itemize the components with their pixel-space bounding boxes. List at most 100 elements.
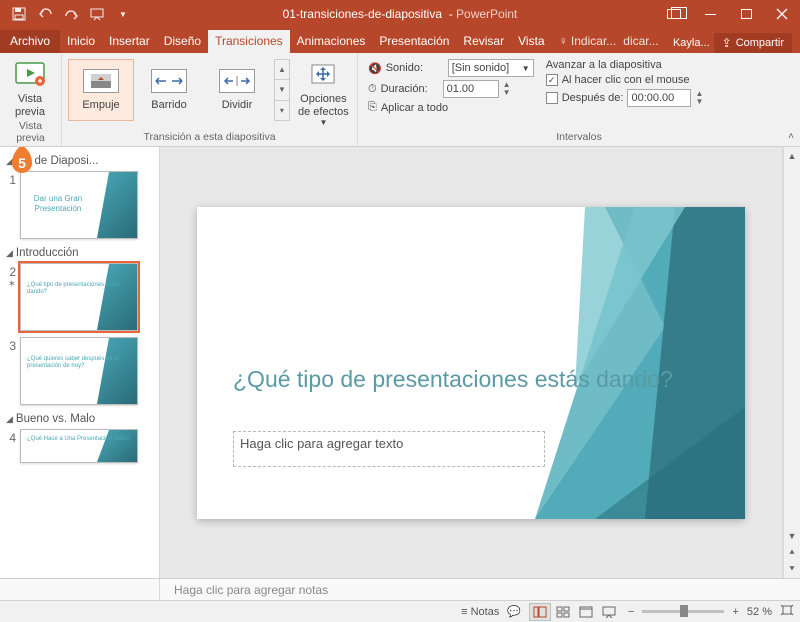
effect-options-button[interactable]: Opciones de efectos▼ (294, 55, 353, 127)
duration-icon: ⏱ (368, 83, 377, 96)
save-icon[interactable] (8, 3, 30, 25)
section-header[interactable]: ◢Introducción (4, 245, 155, 263)
tab-review[interactable]: Revisar (456, 30, 511, 53)
view-buttons (529, 603, 620, 621)
notes-toggle[interactable]: ≡ Notas (461, 606, 499, 618)
tab-home[interactable]: Inicio (60, 30, 102, 53)
slide-thumbnail[interactable]: ¿Qué Hace a Una Presentación Mala? (20, 429, 138, 463)
ribbon-tabs: Archivo Inicio Insertar Diseño Transicio… (0, 28, 800, 53)
slide-body-placeholder[interactable]: Haga clic para agregar texto (233, 431, 545, 467)
slide-number: 2 (4, 263, 16, 279)
slideshow-view-button[interactable] (598, 603, 620, 621)
transition-push[interactable]: Empuje (68, 59, 134, 121)
transition-wipe[interactable]: Barrido (136, 59, 202, 121)
maximize-button[interactable] (728, 0, 764, 28)
normal-view-button[interactable] (529, 603, 551, 621)
scroll-down-icon[interactable]: ▼ (784, 527, 800, 544)
tab-animations[interactable]: Animaciones (290, 30, 373, 53)
tab-design[interactable]: Diseño (157, 30, 208, 53)
zoom-in-button[interactable]: + (732, 606, 738, 618)
preview-button[interactable]: Vista previa (4, 55, 56, 118)
tab-file[interactable]: Archivo (0, 30, 60, 53)
start-slideshow-icon[interactable] (86, 3, 108, 25)
slide-thumbnail[interactable]: ¿Qué tipo de presentaciones estás dando? (20, 263, 138, 331)
comments-toggle[interactable]: 💬 (507, 605, 521, 618)
sound-icon: 🔇 (368, 62, 382, 75)
window-title: 01-transiciones-de-diapositiva - PowerPo… (283, 7, 518, 21)
tab-insert[interactable]: Insertar (102, 30, 157, 53)
sound-label: Sonido: (386, 62, 444, 74)
timing-controls: 🔇 Sonido: [Sin sonido]▼ ⏱ Duración: 01.0… (362, 55, 540, 118)
notes-pane[interactable]: Haga clic para agregar notas (0, 578, 800, 600)
push-icon (83, 69, 119, 93)
svg-text:5: 5 (18, 155, 26, 171)
section-header[interactable]: ◢Bueno vs. Malo (4, 411, 155, 429)
quick-access-toolbar: ▼ (0, 3, 134, 25)
apply-all-button[interactable]: ⎘ Aplicar a todo (368, 101, 534, 114)
ribbon: Vista previa Vista previa Empuje Barrido… (0, 53, 800, 147)
vertical-scrollbar[interactable]: ▲ ▼ ⯅ ⯆ (783, 147, 800, 578)
sound-combo[interactable]: [Sin sonido]▼ (448, 59, 534, 77)
group-timing-label: Intervalos (362, 129, 796, 146)
after-spinner[interactable]: 00:00.00 (627, 89, 691, 107)
advance-title: Avanzar a la diapositiva (546, 59, 704, 71)
prev-slide-icon[interactable]: ⯅ (784, 544, 800, 561)
zoom-out-button[interactable]: − (628, 606, 634, 618)
notes-placeholder[interactable]: Haga clic para agregar notas (160, 583, 328, 597)
statusbar: ≡ Notas 💬 − + 52 % (0, 600, 800, 622)
collapse-icon: ◢ (6, 414, 13, 425)
onclick-label: Al hacer clic con el mouse (562, 74, 690, 86)
user-name[interactable]: Kayla... (673, 37, 710, 49)
slide-number: 3 (4, 337, 16, 405)
group-transition-label: Transición a esta diapositiva (66, 129, 353, 146)
tellme-search[interactable]: ♀ Indicar... (552, 30, 624, 53)
wipe-icon (151, 69, 187, 93)
slide-editor[interactable]: ¿Qué tipo de presentaciones estás dando?… (160, 147, 783, 578)
minimize-button[interactable] (692, 0, 728, 28)
zoom-level[interactable]: 52 % (747, 606, 772, 618)
tutorial-callout: 5 (8, 147, 36, 179)
slide-thumbnail[interactable]: ¿Qué quieres saber después de la present… (20, 337, 138, 405)
fit-window-button[interactable] (780, 604, 794, 619)
onclick-checkbox[interactable]: ✓ (546, 74, 558, 86)
reading-view-button[interactable] (575, 603, 597, 621)
after-checkbox[interactable] (546, 92, 558, 104)
pane-splitter[interactable] (0, 579, 160, 600)
undo-icon[interactable] (34, 3, 56, 25)
preview-icon (14, 59, 46, 91)
transition-split[interactable]: Dividir (204, 59, 270, 121)
slide-title-text[interactable]: ¿Qué tipo de presentaciones estás dando? (233, 365, 673, 394)
close-button[interactable] (764, 0, 800, 28)
redo-icon[interactable] (60, 3, 82, 25)
transition-gallery: Empuje Barrido Dividir (66, 55, 272, 125)
after-label: Después de: (562, 92, 624, 104)
tab-transitions[interactable]: Transiciones (208, 30, 290, 53)
collapse-icon: ◢ (6, 248, 13, 259)
slide-theme-graphic (535, 207, 745, 519)
split-icon (219, 69, 255, 93)
share-button[interactable]: ⇪Compartir (714, 33, 792, 53)
advance-controls: Avanzar a la diapositiva ✓ Al hacer clic… (540, 55, 710, 111)
current-slide: ¿Qué tipo de presentaciones estás dando?… (197, 207, 745, 519)
workspace: 5 ◢ulo de Diaposi... 1 Dar una Gran Pres… (0, 147, 800, 578)
sorter-view-button[interactable] (552, 603, 574, 621)
slide-thumbnail[interactable]: Dar una Gran Presentación (20, 171, 138, 239)
collapse-ribbon-button[interactable]: ˄ (786, 129, 796, 144)
apply-all-icon: ⎘ (368, 101, 377, 114)
zoom-thumb[interactable] (680, 605, 688, 617)
animation-star-icon: ✶ (4, 279, 16, 290)
zoom-slider[interactable] (642, 610, 724, 613)
window-controls (656, 0, 800, 28)
next-slide-icon[interactable]: ⯆ (784, 561, 800, 578)
tab-slideshow[interactable]: Presentación (372, 30, 456, 53)
slide-thumbnail-pane[interactable]: 5 ◢ulo de Diaposi... 1 Dar una Gran Pres… (0, 147, 160, 578)
qat-more-icon[interactable]: ▼ (112, 3, 134, 25)
gallery-more-button[interactable]: ▲▼▾ (274, 59, 290, 121)
scroll-track[interactable] (784, 164, 800, 527)
tellme-overflow: dicar... (623, 30, 665, 53)
ribbon-options-icon[interactable] (656, 0, 692, 28)
tab-view[interactable]: Vista (511, 30, 551, 53)
effect-options-icon (307, 59, 339, 91)
scroll-up-icon[interactable]: ▲ (784, 147, 800, 164)
duration-spinner[interactable]: 01.00 (443, 80, 499, 98)
